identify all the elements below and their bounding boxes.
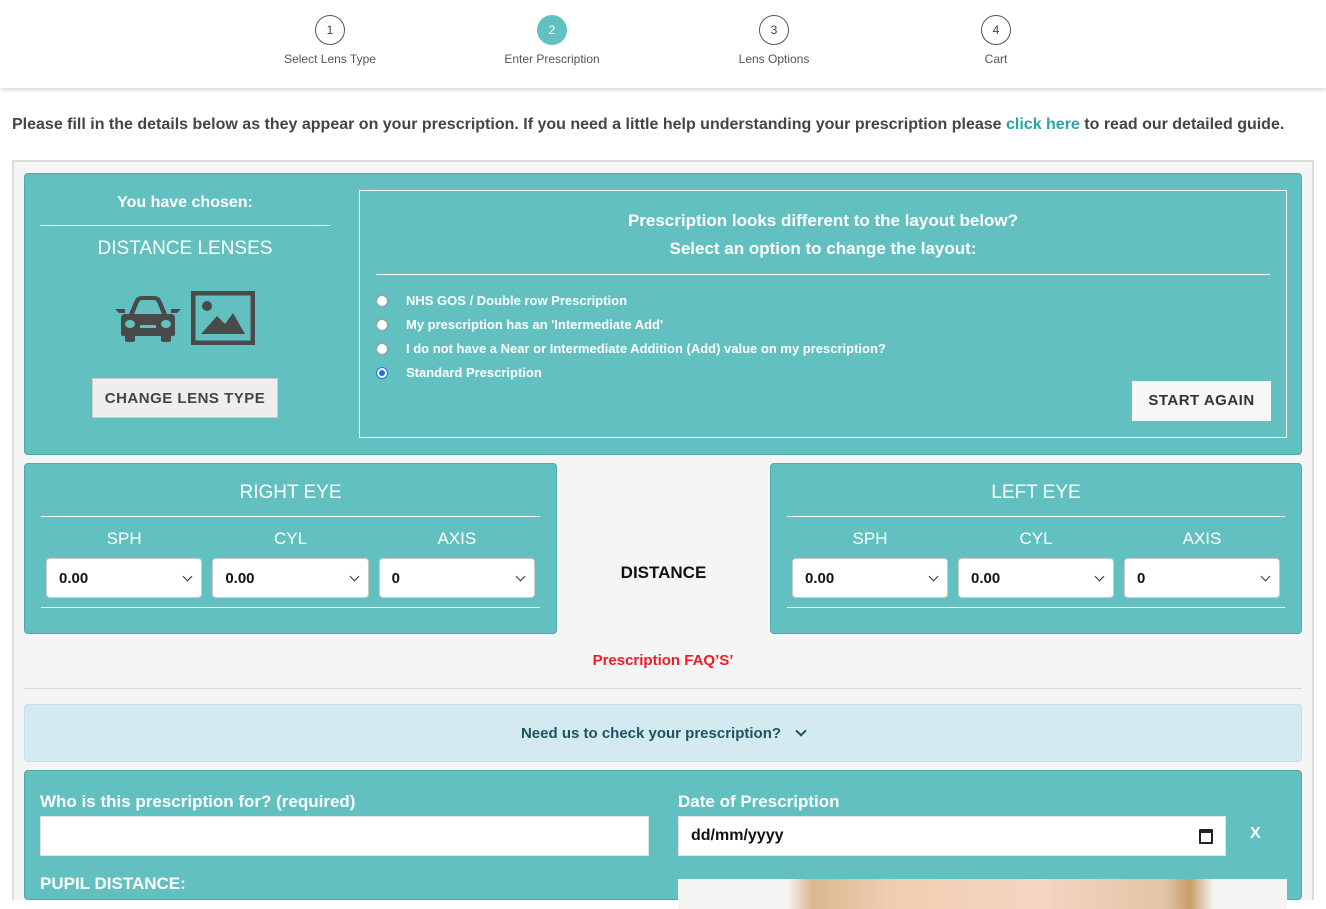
layout-options: NHS GOS / Double row Prescription My pre… <box>376 288 1286 384</box>
step-select-lens-type[interactable]: 1 Select Lens Type <box>250 15 410 66</box>
left-sph-select[interactable]: 0.00 <box>792 558 948 598</box>
step-lens-options[interactable]: 3 Lens Options <box>694 15 854 66</box>
field-label: SPH <box>106 529 142 548</box>
intro-text: Please fill in the details below as they… <box>12 116 1284 134</box>
change-lens-type-button[interactable]: CHANGE LENS TYPE <box>91 378 279 418</box>
right-axis-field: AXIS 0 <box>378 529 535 598</box>
layout-question-line1: Prescription looks different to the layo… <box>627 211 1019 230</box>
step-label: Cart <box>984 52 1008 66</box>
left-eye-title: LEFT EYE <box>991 482 1081 503</box>
left-axis-select[interactable]: 0 <box>1124 558 1280 598</box>
step-label: Lens Options <box>738 52 810 66</box>
step-number: 2 <box>537 15 567 45</box>
intro-text-after: to read our detailed guide. <box>1079 116 1285 133</box>
radio-button[interactable] <box>376 295 388 307</box>
prescription-faq-link[interactable]: Prescription FAQ’S’ <box>24 652 1302 669</box>
select-value: 0 <box>1137 569 1146 587</box>
pupil-distance-image <box>678 879 1287 909</box>
left-axis-field: AXIS 0 <box>1124 529 1280 598</box>
select-value: 0.00 <box>971 569 1001 587</box>
step-label: Enter Prescription <box>504 52 600 66</box>
step-number: 4 <box>981 15 1011 45</box>
start-again-button[interactable]: START AGAIN <box>1132 381 1271 421</box>
left-cyl-select[interactable]: 0.00 <box>958 558 1114 598</box>
clear-date-button[interactable]: X <box>1250 825 1261 843</box>
select-value: 0 <box>391 569 400 587</box>
chevron-down-icon <box>182 571 193 581</box>
divider <box>787 607 1285 608</box>
chevron-down-icon <box>1260 571 1271 581</box>
field-label: AXIS <box>437 529 477 548</box>
left-cyl-field: CYL 0.00 <box>958 529 1114 598</box>
field-label: SPH <box>852 529 888 548</box>
chevron-down-icon <box>1094 571 1105 581</box>
checkout-stepper: 1 Select Lens Type 2 Enter Prescription … <box>0 0 1326 88</box>
step-label: Select Lens Type <box>284 52 376 66</box>
right-sph-select[interactable]: 0.00 <box>46 558 203 598</box>
divider <box>787 516 1285 517</box>
right-sph-field: SPH 0.00 <box>46 529 203 598</box>
calendar-icon[interactable] <box>1199 828 1213 844</box>
layout-option-no-add[interactable]: I do not have a Near or Intermediate Add… <box>376 336 1286 360</box>
pupil-distance-label: PUPIL DISTANCE: <box>40 874 186 893</box>
chosen-lens-section: You have chosen: DISTANCE LENSES CHANGE … <box>40 174 330 418</box>
right-eye-panel: RIGHT EYE SPH 0.00 CYL 0.00 AXIS 0 <box>24 463 557 634</box>
step-enter-prescription[interactable]: 2 Enter Prescription <box>472 15 632 66</box>
option-label: My prescription has an 'Intermediate Add… <box>406 316 664 332</box>
field-label: AXIS <box>1182 529 1222 548</box>
right-axis-select[interactable]: 0 <box>378 558 535 598</box>
step-number: 1 <box>315 15 345 45</box>
chevron-down-icon <box>349 571 360 581</box>
who-label: Who is this prescription for? (required) <box>40 792 356 811</box>
layout-selector: Prescription looks different to the layo… <box>359 190 1287 438</box>
chosen-lens-type: DISTANCE LENSES <box>97 238 273 259</box>
layout-question-line2: Select an option to change the layout: <box>669 239 977 258</box>
left-sph-field: SPH 0.00 <box>792 529 948 598</box>
who-input[interactable] <box>40 816 649 856</box>
check-prescription-label: Need us to check your prescription? <box>520 724 782 742</box>
layout-option-nhs-gos[interactable]: NHS GOS / Double row Prescription <box>376 288 1286 312</box>
chevron-down-icon <box>795 724 807 737</box>
date-placeholder: dd/mm/yyyy <box>691 827 784 844</box>
chosen-title: You have chosen: <box>117 194 253 211</box>
date-input[interactable]: dd/mm/yyyy <box>678 816 1226 856</box>
right-cyl-select[interactable]: 0.00 <box>212 558 369 598</box>
divider <box>41 516 540 517</box>
lens-summary-panel: You have chosen: DISTANCE LENSES CHANGE … <box>24 173 1302 455</box>
right-eye-title: RIGHT EYE <box>239 482 342 503</box>
chevron-down-icon <box>515 571 526 581</box>
option-label: NHS GOS / Double row Prescription <box>406 292 628 308</box>
prescription-details-form: Who is this prescription for? (required)… <box>24 770 1302 909</box>
select-value: 0.00 <box>59 569 89 587</box>
layout-question: Prescription looks different to the layo… <box>360 207 1286 263</box>
option-label: I do not have a Near or Intermediate Add… <box>406 340 886 356</box>
divider <box>41 607 540 608</box>
select-value: 0.00 <box>805 569 835 587</box>
radio-button[interactable] <box>376 319 388 331</box>
lens-type-icons <box>40 288 330 348</box>
field-label: CYL <box>273 529 308 548</box>
step-cart[interactable]: 4 Cart <box>916 15 1076 66</box>
guide-link[interactable]: click here <box>1006 116 1080 133</box>
divider <box>24 688 1302 689</box>
check-prescription-toggle[interactable]: Need us to check your prescription? <box>24 704 1302 762</box>
divider <box>376 274 1270 275</box>
divider <box>40 225 330 226</box>
select-value: 0.00 <box>225 569 255 587</box>
chevron-down-icon <box>928 571 939 581</box>
option-label: Standard Prescription <box>406 364 542 380</box>
step-number: 3 <box>759 15 789 45</box>
field-label: CYL <box>1019 529 1053 548</box>
right-cyl-field: CYL 0.00 <box>212 529 369 598</box>
car-icon <box>115 296 181 342</box>
date-label: Date of Prescription <box>678 792 840 811</box>
radio-button-checked[interactable] <box>376 367 388 379</box>
intro-text-before: Please fill in the details below as they… <box>12 116 1006 133</box>
radio-button[interactable] <box>376 343 388 355</box>
image-icon <box>191 291 255 345</box>
layout-option-intermediate-add[interactable]: My prescription has an 'Intermediate Add… <box>376 312 1286 336</box>
distance-row-label: DISTANCE <box>620 563 707 582</box>
left-eye-panel: LEFT EYE SPH 0.00 CYL 0.00 AXIS 0 <box>770 463 1302 634</box>
